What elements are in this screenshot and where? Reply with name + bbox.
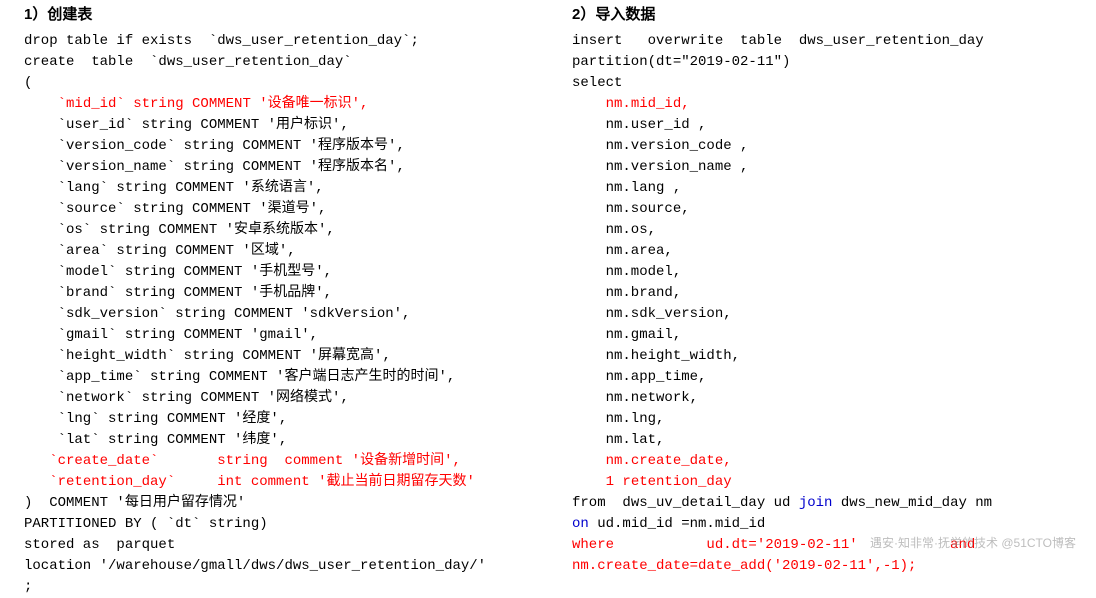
code-segment: nm.gmail, <box>572 327 681 343</box>
code-segment: `version_code` string COMMENT '程序版本号', <box>24 138 413 154</box>
code-segment <box>24 474 49 490</box>
code-segment: stored as parquet <box>24 537 175 553</box>
code-segment: nm.version_code , <box>572 138 748 154</box>
watermark: 遇安·知非常·抚学的技术 @51CTO博客 <box>870 534 1076 552</box>
code-segment: nm.network, <box>572 390 698 406</box>
code-segment: `area` string COMMENT '区域', <box>24 243 304 259</box>
right-column: 2）导入数据 insert overwrite table dws_user_r… <box>548 0 1096 558</box>
code-segment: `source` string COMMENT '渠道号', <box>24 201 335 217</box>
code-segment: ; <box>24 579 32 595</box>
code-segment: `height_width` string COMMENT '屏幕宽高', <box>24 348 391 364</box>
code-segment: ud.mid_id =nm.mid_id <box>589 516 765 532</box>
code-segment: ) COMMENT '每日用户留存情况' <box>24 495 245 511</box>
code-segment: `model` string COMMENT '手机型号', <box>24 264 340 280</box>
code-segment: `brand` string COMMENT '手机品牌', <box>24 285 340 301</box>
code-segment: `lng` string COMMENT '经度', <box>24 411 287 427</box>
right-title: 2）导入数据 <box>548 4 1096 27</box>
code-segment: `create_date` string comment '设备新增时间', <box>49 453 461 469</box>
left-code-block: drop table if exists `dws_user_retention… <box>0 31 548 598</box>
code-segment: nm.model, <box>572 264 681 280</box>
code-segment: `gmail` string COMMENT 'gmail', <box>24 327 326 343</box>
code-segment: drop table if exists `dws_user_retention… <box>24 33 419 49</box>
code-segment: nm.area, <box>572 243 673 259</box>
code-segment: `retention_day` int comment '截止当前日期留存天数' <box>49 474 475 490</box>
left-title: 1）创建表 <box>0 4 548 27</box>
code-segment <box>572 474 606 490</box>
code-segment: 1 retention_day <box>606 474 732 490</box>
code-segment: PARTITIONED BY ( `dt` string) <box>24 516 268 532</box>
code-segment: table dws_user_retention_day <box>723 33 983 49</box>
code-segment: join <box>799 495 833 511</box>
code-segment: partition(dt="2019-02-11") <box>572 54 790 70</box>
code-segment: nm.sdk_version, <box>572 306 732 322</box>
code-segment: nm.mid_id, <box>606 96 690 112</box>
code-segment: nm.height_width, <box>572 348 740 364</box>
code-segment: nm.brand, <box>572 285 681 301</box>
code-segment: dws_uv_detail_day ud <box>606 495 799 511</box>
code-segment: `network` string COMMENT '网络模式', <box>24 390 349 406</box>
code-segment: `version_name` string COMMENT '程序版本名', <box>24 159 413 175</box>
code-segment: nm.user_id , <box>572 117 706 133</box>
code-segment: nm.version_name , <box>572 159 748 175</box>
code-segment: create table `dws_user_retention_day` <box>24 54 352 70</box>
code-segment: dws_new_mid_day nm <box>832 495 1000 511</box>
code-segment: `lat` string COMMENT '纬度', <box>24 432 287 448</box>
code-segment: from <box>572 495 606 511</box>
code-segment: insert <box>572 33 648 49</box>
right-code-block: insert overwrite table dws_user_retentio… <box>548 31 1096 577</box>
code-segment: nm.lat, <box>572 432 664 448</box>
code-segment: `lang` string COMMENT '系统语言', <box>24 180 332 196</box>
code-segment <box>572 453 606 469</box>
code-segment: nm.create_date, <box>606 453 732 469</box>
code-segment: nm.os, <box>572 222 656 238</box>
code-segment: overwrite <box>648 33 724 49</box>
code-segment: nm.create_date=date_add('2019-02-11',-1)… <box>572 558 916 574</box>
code-segment: nm.lang , <box>572 180 681 196</box>
code-segment <box>572 96 606 112</box>
code-segment: location '/warehouse/gmall/dws/dws_user_… <box>24 558 486 574</box>
code-segment: select <box>572 75 622 91</box>
code-segment <box>24 453 49 469</box>
code-segment: nm.source, <box>572 201 690 217</box>
code-segment: `os` string COMMENT '安卓系统版本', <box>24 222 343 238</box>
code-segment: `user_id` string COMMENT '用户标识', <box>24 117 357 133</box>
code-segment: ( <box>24 75 32 91</box>
code-segment: `sdk_version` string COMMENT 'sdkVersion… <box>24 306 419 322</box>
left-column: 1）创建表 drop table if exists `dws_user_ret… <box>0 0 548 558</box>
code-segment <box>24 96 58 112</box>
code-segment: `app_time` string COMMENT '客户端日志产生时的时间', <box>24 369 455 385</box>
code-segment: nm.lng, <box>572 411 664 427</box>
code-segment: on <box>572 516 589 532</box>
code-segment: `mid_id` string COMMENT '设备唯一标识', <box>58 96 369 112</box>
code-segment: nm.app_time, <box>572 369 706 385</box>
